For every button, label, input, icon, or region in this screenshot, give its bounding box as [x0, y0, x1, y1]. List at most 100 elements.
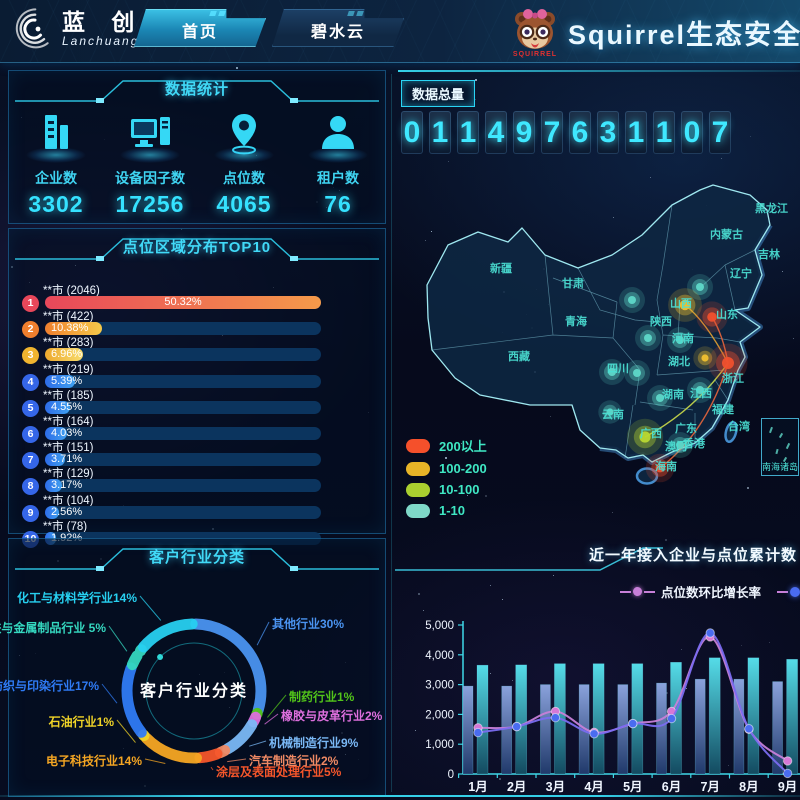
top10-row: 8**市 (129)3.17% [9, 466, 385, 492]
star [448, 161, 449, 162]
total-data-label: 数据总量 [401, 80, 475, 107]
top10-row-percent: 3.17% [51, 479, 82, 492]
legend-swatch [406, 483, 430, 497]
stat-value: 17256 [103, 191, 197, 218]
top10-row-percent: 6.96% [51, 348, 82, 361]
stat-enterprises: 企业数 3302 [9, 107, 103, 218]
trend-chart-panel: 近一年接入企业与点位累计数 点位数环比增长率 01,0002,0003,0004… [395, 530, 800, 798]
svg-text:甘肃: 甘肃 [562, 276, 584, 290]
svg-text:2月: 2月 [507, 780, 526, 794]
svg-text:3,000: 3,000 [425, 680, 454, 692]
tab-home-label: 首页 [182, 18, 218, 42]
stat-points: 点位数 4065 [197, 107, 291, 218]
squirrel-mascot-icon: SQUIRREL [508, 6, 562, 58]
svg-text:SQUIRREL: SQUIRREL [513, 51, 557, 58]
svg-text:海南: 海南 [655, 459, 677, 473]
donut-segment-label: 涂层及表面处理行业5% [216, 763, 341, 780]
star [750, 136, 751, 137]
top10-panel-header: 点位区域分布TOP10 [9, 229, 385, 263]
top10-row-percent: 5.39% [51, 375, 82, 388]
top10-row-percent: 50.32% [45, 296, 321, 309]
top10-bar-track [45, 375, 321, 388]
counter-digit: 6 [569, 111, 591, 154]
svg-text:云南: 云南 [602, 407, 624, 421]
svg-text:2,000: 2,000 [425, 709, 454, 721]
svg-text:内蒙古: 内蒙古 [710, 227, 743, 241]
svg-text:湖北: 湖北 [668, 354, 690, 368]
svg-text:4,000: 4,000 [425, 650, 454, 662]
svg-text:陕西: 陕西 [650, 314, 672, 328]
stats-panel-title: 数据统计 [9, 78, 385, 99]
top10-row: 1**市 (2046)50.32% [9, 283, 385, 309]
counter-digit: 1 [457, 111, 479, 154]
donut-segment-label: 制药行业1% [289, 688, 354, 705]
industry-panel-title: 客户行业分类 [9, 546, 385, 567]
top10-bar-track [45, 427, 321, 440]
legend-label: 10-100 [439, 482, 479, 497]
industry-panel-header: 客户行业分类 [9, 539, 385, 573]
top10-row: 5**市 (185)4.55% [9, 388, 385, 414]
counter-digit: 1 [429, 111, 451, 154]
trend-combo-chart: 01,0002,0003,0004,0005,0001月2月3月4月5月6月7月… [395, 530, 800, 798]
stats-panel-header: 数据统计 [9, 71, 385, 105]
donut-segment-label: 化工与材料学行业14% [17, 589, 137, 606]
total-data-counter: 011497631107 [401, 111, 731, 154]
top10-row-percent: 3.71% [51, 453, 82, 466]
top10-panel: 点位区域分布TOP10 1**市 (2046)50.32%2**市 (422)1… [8, 228, 386, 534]
svg-text:西藏: 西藏 [508, 349, 530, 363]
legend-swatch [406, 504, 430, 518]
legend-label: 1-10 [439, 503, 465, 518]
star [475, 79, 477, 81]
industry-panel: 客户行业分类 其他行业30%制药行业1%橡胶与皮革行业2%机械制造行业9%汽车制… [8, 538, 386, 797]
top10-row-percent: 4.03% [51, 427, 82, 440]
stat-device-factors: 设备因子数 17256 [103, 107, 197, 218]
top10-row: 3**市 (283)6.96% [9, 335, 385, 361]
stat-label: 点位数 [197, 168, 291, 188]
svg-text:湖南: 湖南 [662, 387, 684, 401]
svg-text:7月: 7月 [700, 780, 719, 794]
counter-digit: 0 [681, 111, 703, 154]
top10-bar-track [45, 479, 321, 492]
map-legend-item: 100-200 [406, 461, 487, 476]
svg-text:山西: 山西 [670, 296, 692, 310]
svg-text:吉林: 吉林 [758, 247, 780, 261]
star [475, 99, 476, 100]
svg-text:山东: 山东 [716, 307, 738, 321]
counter-digit: 7 [541, 111, 563, 154]
counter-digit: 1 [625, 111, 647, 154]
stat-label: 企业数 [9, 168, 103, 188]
svg-text:4月: 4月 [584, 780, 603, 794]
svg-text:6月: 6月 [662, 780, 681, 794]
page-title: Squirrel生态安全云平台 [568, 13, 800, 52]
legend-swatch [406, 462, 430, 476]
top10-bar-track [45, 453, 321, 466]
svg-text:8月: 8月 [739, 780, 758, 794]
legend-label: 100-200 [439, 461, 487, 476]
top10-row-percent: 10.38% [51, 322, 88, 335]
svg-text:广西: 广西 [640, 426, 662, 440]
inset-label: 南海诸岛 [762, 460, 798, 473]
legend-swatch [406, 439, 430, 453]
footer-line [0, 795, 800, 797]
legend-label: 200以上 [439, 436, 487, 455]
map-legend-item: 1-10 [406, 503, 487, 518]
top10-row-percent: 2.56% [51, 506, 82, 519]
top10-bar-track [45, 506, 321, 519]
column-divider [391, 74, 392, 792]
map-legend-item: 10-100 [406, 482, 487, 497]
stat-tenants: 租户数 76 [291, 107, 385, 218]
south-china-sea-inset: 南海诸岛 [761, 418, 799, 476]
svg-text:9月: 9月 [778, 780, 797, 794]
right-divider-line [398, 70, 800, 72]
svg-text:3月: 3月 [546, 780, 565, 794]
counter-digit: 9 [513, 111, 535, 154]
stats-panel: 数据统计 企业数 3302 设备因子数 17256 [8, 70, 386, 224]
star [721, 158, 722, 159]
counter-digit: 4 [485, 111, 507, 154]
top10-row: 2**市 (422)10.38% [9, 309, 385, 335]
svg-text:四川: 四川 [607, 362, 629, 375]
stat-value: 4065 [197, 191, 291, 218]
svg-text:0: 0 [448, 769, 454, 781]
svg-text:青海: 青海 [565, 314, 587, 328]
stat-value: 76 [291, 191, 385, 218]
